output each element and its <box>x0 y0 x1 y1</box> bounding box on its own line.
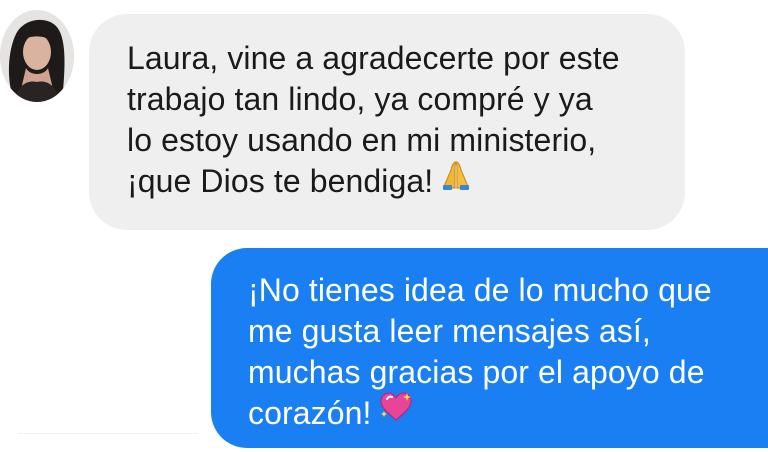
incoming-message-line: Laura, vine a agradecerte por este <box>127 40 620 76</box>
incoming-message-line-last: ¡que Dios te bendiga! <box>127 161 685 204</box>
divider <box>18 433 198 434</box>
avatar-photo <box>0 10 74 102</box>
sparkling-heart-icon <box>378 391 414 433</box>
outgoing-message-bubble[interactable]: ¡No tienes idea de lo mucho que me gusta… <box>211 248 768 448</box>
incoming-message-text: ¡que Dios te bendiga! <box>127 163 434 199</box>
sender-avatar[interactable] <box>0 10 74 102</box>
outgoing-message-line-last: corazón! <box>248 391 768 437</box>
outgoing-message-line: muchas gracias por el apoyo de <box>248 354 705 390</box>
outgoing-message-line: me gusta leer mensajes así, <box>248 313 651 349</box>
outgoing-message-line: ¡No tienes idea de lo mucho que <box>248 272 712 308</box>
incoming-message-bubble[interactable]: Laura, vine a agradecerte por este traba… <box>89 14 685 230</box>
folded-hands-icon <box>439 159 473 200</box>
incoming-message-line: lo estoy usando en mi ministerio, <box>127 122 597 158</box>
outgoing-message-text: corazón! <box>248 395 372 431</box>
incoming-message-line: trabajo tan lindo, ya compré y ya <box>127 81 593 117</box>
